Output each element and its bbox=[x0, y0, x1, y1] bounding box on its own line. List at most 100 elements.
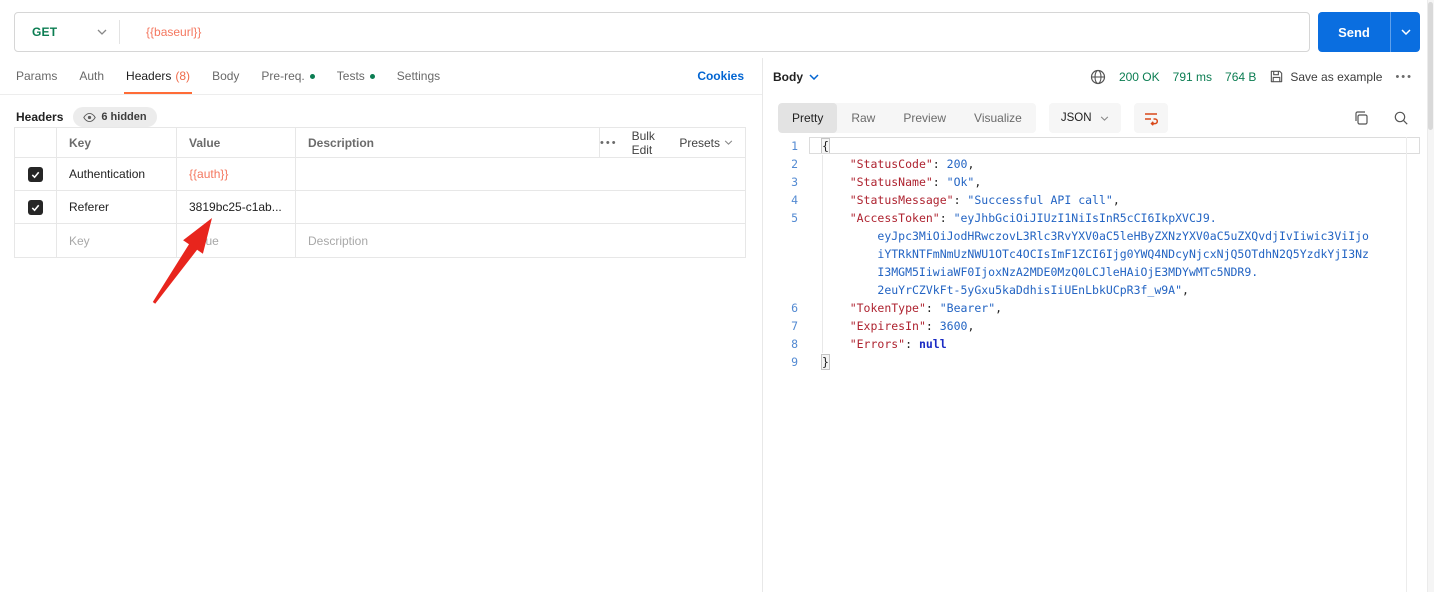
header-value-cell[interactable]: 3819bc25-c1ab... bbox=[177, 191, 296, 223]
code-text: "StatusCode": 200, bbox=[808, 155, 974, 173]
new-key-input[interactable]: Key bbox=[57, 224, 177, 257]
url-input[interactable]: {{baseurl}} bbox=[120, 25, 201, 39]
table-actions: ••• Bulk Edit Presets bbox=[599, 128, 745, 157]
tab-label: Params bbox=[16, 69, 57, 83]
code-text: "AccessToken": "eyJhbGciOiJIUzI1NiIsInR5… bbox=[808, 209, 1217, 227]
language-dropdown[interactable]: JSON bbox=[1049, 103, 1121, 133]
tab-label: Settings bbox=[397, 69, 440, 83]
headers-table-header-row: Key Value Description ••• Bulk Edit Pres… bbox=[15, 128, 745, 158]
code-line: 9} bbox=[763, 353, 1420, 371]
tab-count: (8) bbox=[175, 69, 190, 83]
checkbox-check-icon bbox=[30, 202, 41, 213]
view-tab-pretty[interactable]: Pretty bbox=[778, 103, 837, 133]
response-header-row: Body 200 OK 791 ms 764 B bbox=[763, 58, 1427, 95]
page-scrollbar-thumb[interactable] bbox=[1428, 2, 1433, 130]
code-line: 8 "Errors": null bbox=[763, 335, 1420, 353]
code-line: 5 "AccessToken": "eyJhbGciOiJIUzI1NiIsIn… bbox=[763, 209, 1420, 227]
code-text: "StatusName": "Ok", bbox=[808, 173, 981, 191]
column-header-description: Description bbox=[296, 128, 599, 157]
chevron-down-icon bbox=[97, 29, 107, 35]
eye-icon bbox=[83, 112, 96, 123]
editor-scrollbar-track[interactable] bbox=[1406, 137, 1407, 592]
page-scrollbar[interactable] bbox=[1427, 0, 1434, 592]
code-text: "ExpiresIn": 3600, bbox=[808, 317, 974, 335]
response-meta: 200 OK 791 ms 764 B Save as example ••• bbox=[1090, 58, 1413, 95]
new-description-input[interactable]: Description bbox=[296, 224, 745, 257]
code-text: eyJpc3MiOiJodHRwczovL3Rlc3RvYXV0aC5leHBy… bbox=[808, 227, 1369, 245]
cookies-link[interactable]: Cookies bbox=[697, 58, 744, 94]
bulk-edit-button[interactable]: Bulk Edit bbox=[632, 129, 666, 157]
headers-section-title: Headers bbox=[16, 110, 63, 124]
tab-settings[interactable]: Settings bbox=[397, 58, 440, 94]
header-key-cell[interactable]: Authentication bbox=[57, 158, 177, 190]
chevron-down-icon bbox=[724, 140, 733, 145]
row-checkbox[interactable] bbox=[28, 200, 43, 215]
code-text: iYTRkNTFmNmUzNWU1OTc4OCIsImF1ZCI6Ijg0YWQ… bbox=[808, 245, 1369, 263]
tab-auth[interactable]: Auth bbox=[79, 58, 104, 94]
line-number bbox=[763, 263, 808, 281]
code-line: 3 "StatusName": "Ok", bbox=[763, 173, 1420, 191]
tab-prereq[interactable]: Pre-req. bbox=[261, 58, 314, 94]
view-tab-raw[interactable]: Raw bbox=[837, 103, 889, 133]
tab-body[interactable]: Body bbox=[212, 58, 239, 94]
response-body-viewer[interactable]: 1{2 "StatusCode": 200,3 "StatusName": "O… bbox=[763, 137, 1420, 371]
response-body-label: Body bbox=[773, 70, 803, 84]
table-row: Referer3819bc25-c1ab... bbox=[15, 191, 745, 224]
new-value-input[interactable]: Value bbox=[177, 224, 296, 257]
tab-label: Headers bbox=[126, 69, 171, 83]
more-icon[interactable]: ••• bbox=[1395, 71, 1413, 83]
code-text: } bbox=[808, 353, 829, 371]
view-tab-visualize[interactable]: Visualize bbox=[960, 103, 1036, 133]
table-row: Authentication{{auth}} bbox=[15, 158, 745, 191]
tab-label: Tests bbox=[337, 69, 365, 83]
tab-label: Pre-req. bbox=[261, 69, 304, 83]
active-line-highlight bbox=[809, 137, 1420, 154]
globe-icon[interactable] bbox=[1090, 69, 1106, 85]
row-checkbox-cell bbox=[15, 191, 57, 223]
copy-icon[interactable] bbox=[1353, 110, 1369, 126]
line-number: 2 bbox=[763, 155, 808, 173]
header-description-cell[interactable] bbox=[296, 191, 745, 223]
method-selector[interactable]: GET bbox=[15, 13, 119, 51]
status-code: 200 OK bbox=[1119, 70, 1160, 84]
wrap-text-icon bbox=[1143, 110, 1159, 126]
header-value-cell[interactable]: {{auth}} bbox=[177, 158, 296, 190]
line-number: 8 bbox=[763, 335, 808, 353]
send-split-button: Send bbox=[1318, 12, 1420, 52]
code-tools bbox=[1353, 95, 1409, 141]
save-as-example-button[interactable]: Save as example bbox=[1269, 69, 1382, 84]
line-number: 1 bbox=[763, 137, 808, 155]
chevron-down-icon bbox=[1401, 29, 1411, 35]
tab-label: Body bbox=[212, 69, 239, 83]
column-header-key: Key bbox=[57, 128, 177, 157]
hidden-headers-toggle[interactable]: 6 hidden bbox=[73, 107, 156, 127]
code-line: I3MGM5IiwiaWF0IjoxNzA2MDE0MzQ0LCJleHAiOj… bbox=[763, 263, 1420, 281]
wrap-text-button[interactable] bbox=[1134, 103, 1168, 133]
tab-headers[interactable]: Headers (8) bbox=[126, 58, 190, 94]
status-dot bbox=[370, 74, 375, 79]
headers-table: Key Value Description ••• Bulk Edit Pres… bbox=[14, 127, 746, 258]
search-icon[interactable] bbox=[1393, 110, 1409, 126]
send-options-button[interactable] bbox=[1390, 12, 1420, 52]
postman-app: GET {{baseurl}} Send Params Auth Headers (8… bbox=[0, 0, 1434, 592]
code-line: 2 "StatusCode": 200, bbox=[763, 155, 1420, 173]
tab-tests[interactable]: Tests bbox=[337, 58, 375, 94]
header-key-cell[interactable]: Referer bbox=[57, 191, 177, 223]
line-number: 3 bbox=[763, 173, 808, 191]
line-number: 7 bbox=[763, 317, 808, 335]
presets-dropdown[interactable]: Presets bbox=[679, 136, 733, 150]
code-line: iYTRkNTFmNmUzNWU1OTc4OCIsImF1ZCI6Ijg0YWQ… bbox=[763, 245, 1420, 263]
tab-params[interactable]: Params bbox=[16, 58, 57, 94]
response-toolbar: PrettyRawPreviewVisualize JSON bbox=[763, 95, 1427, 141]
send-button[interactable]: Send bbox=[1318, 12, 1390, 52]
code-line: 6 "TokenType": "Bearer", bbox=[763, 299, 1420, 317]
code-text: { bbox=[808, 137, 829, 155]
row-checkbox[interactable] bbox=[28, 167, 43, 182]
more-icon[interactable]: ••• bbox=[600, 137, 618, 149]
code-text: I3MGM5IiwiaWF0IjoxNzA2MDE0MzQ0LCJleHAiOj… bbox=[808, 263, 1258, 281]
select-all-cell bbox=[15, 128, 57, 157]
code-text: "Errors": null bbox=[808, 335, 947, 353]
view-tab-preview[interactable]: Preview bbox=[889, 103, 960, 133]
header-description-cell[interactable] bbox=[296, 158, 745, 190]
response-body-dropdown[interactable]: Body bbox=[773, 70, 819, 84]
